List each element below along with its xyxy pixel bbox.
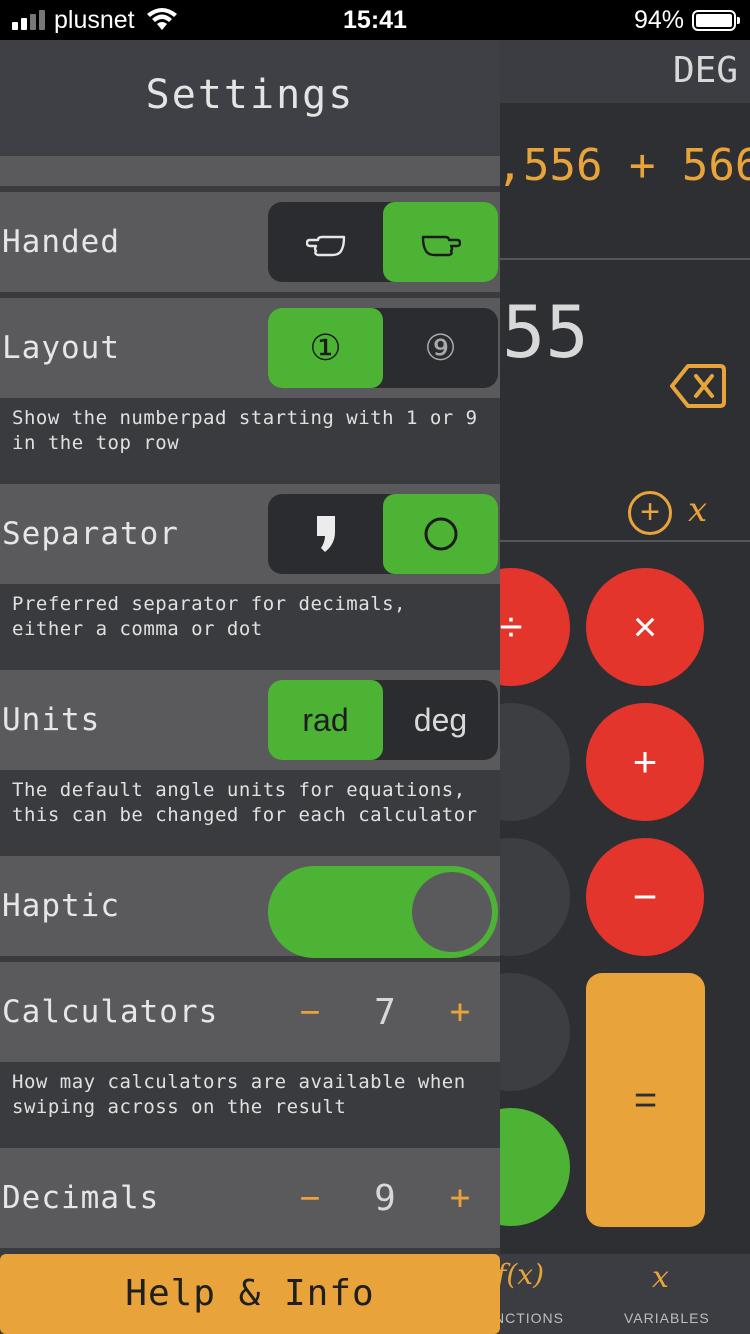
units-option-rad[interactable]: rad <box>268 680 383 760</box>
plus-key[interactable]: + <box>586 703 704 821</box>
units-segmented-control: rad deg <box>268 680 498 760</box>
comma-icon <box>316 516 335 552</box>
minus-key[interactable]: − <box>586 838 704 956</box>
left-hand-icon <box>305 235 345 257</box>
layout-description: Show the numberpad starting with 1 or 9 … <box>0 398 500 484</box>
calculators-description: How may calculators are available when s… <box>0 1062 500 1148</box>
backspace-icon[interactable] <box>670 362 726 410</box>
variable-x-icon[interactable]: x <box>688 490 707 530</box>
calculators-stepper: − 7 + <box>280 962 490 1062</box>
decimals-row: Decimals − 9 + <box>0 1148 500 1248</box>
calculators-value: 7 <box>374 991 396 1033</box>
help-info-button[interactable]: Help & Info <box>0 1254 500 1334</box>
layout-label: Layout <box>2 330 120 366</box>
separator-row: Separator <box>0 484 500 584</box>
layout-option-1[interactable]: ① <box>268 308 383 388</box>
handed-segmented-control <box>268 202 498 282</box>
left-handed-option[interactable] <box>268 202 383 282</box>
layout-row: Layout ① ⑨ <box>0 298 500 398</box>
dot-icon <box>424 517 457 551</box>
units-description: The default angle units for equations, t… <box>0 770 500 856</box>
variables-tab-label[interactable]: VARIABLES <box>624 1310 710 1326</box>
section-spacer <box>0 156 500 186</box>
separator-description: Preferred separator for decimals, either… <box>0 584 500 670</box>
right-hand-icon <box>421 235 461 257</box>
expression-display: 9,556 + 566 <box>470 140 750 191</box>
decimals-value: 9 <box>374 1177 396 1219</box>
settings-drawer: Settings Handed Layout ① ⑨ Show the numb… <box>0 40 500 1334</box>
battery-icon <box>692 10 740 31</box>
layout-segmented-control: ① ⑨ <box>268 308 498 388</box>
handed-row: Handed <box>0 192 500 292</box>
units-option-deg[interactable]: deg <box>383 680 498 760</box>
functions-tab-label[interactable]: NCTIONS <box>494 1310 564 1326</box>
divider <box>500 258 750 260</box>
equals-key[interactable]: = <box>586 973 705 1227</box>
separator-segmented-control <box>268 494 498 574</box>
decimals-increment-button[interactable]: + <box>430 1178 490 1218</box>
functions-tab-icon[interactable]: f(x) <box>496 1258 544 1291</box>
decimals-label: Decimals <box>2 1180 160 1216</box>
layout-option-9[interactable]: ⑨ <box>383 308 498 388</box>
status-bar: plusnet 15:41 94% <box>0 0 750 40</box>
battery-percentage: 94% <box>634 6 685 34</box>
multiply-key[interactable]: × <box>586 568 704 686</box>
calculators-increment-button[interactable]: + <box>430 992 490 1032</box>
page-title: Settings <box>0 40 500 156</box>
handed-label: Handed <box>2 224 120 260</box>
angle-mode-button[interactable]: DEG <box>673 50 738 91</box>
units-row: Units rad deg <box>0 670 500 770</box>
separator-label: Separator <box>2 516 179 552</box>
calculators-decrement-button[interactable]: − <box>280 992 340 1032</box>
add-variable-button[interactable]: + <box>628 491 672 535</box>
dot-option[interactable] <box>383 494 498 574</box>
units-label: Units <box>2 702 101 738</box>
decimals-decrement-button[interactable]: − <box>280 1178 340 1218</box>
haptic-toggle[interactable] <box>268 866 498 958</box>
comma-option[interactable] <box>268 494 383 574</box>
toggle-knob <box>412 872 492 952</box>
decimals-stepper: − 9 + <box>280 1148 490 1248</box>
haptic-row: Haptic <box>0 856 500 958</box>
variables-tab-icon[interactable]: x <box>652 1260 669 1295</box>
calculators-row: Calculators − 7 + <box>0 962 500 1062</box>
divider <box>500 540 750 542</box>
result-display[interactable]: 55 <box>502 290 589 374</box>
right-handed-option[interactable] <box>383 202 498 282</box>
calculators-label: Calculators <box>2 994 219 1030</box>
haptic-label: Haptic <box>2 888 120 924</box>
